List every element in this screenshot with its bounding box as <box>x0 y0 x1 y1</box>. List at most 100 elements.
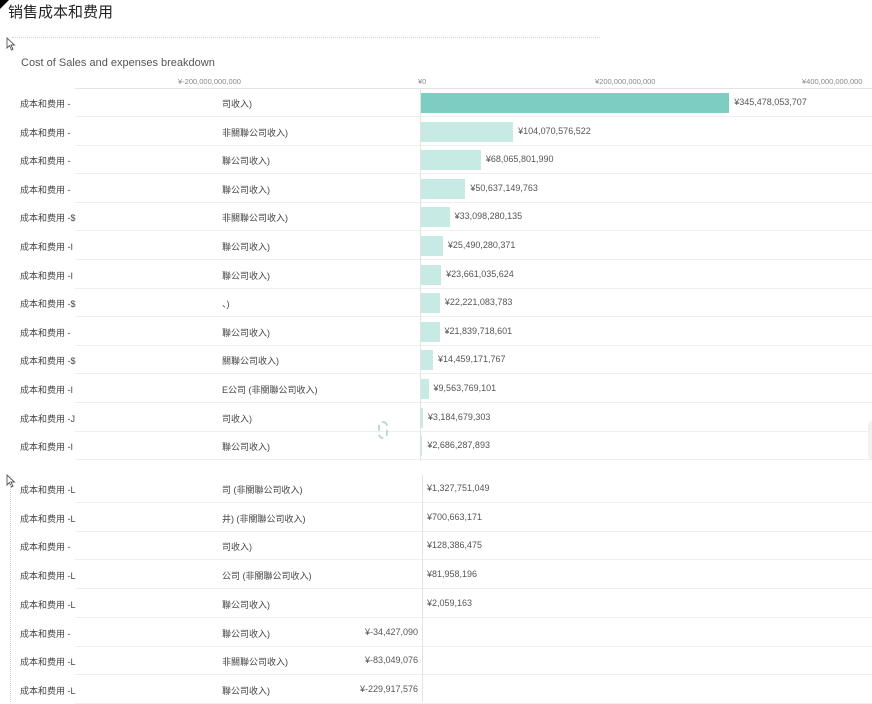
category-label-prefix: 成本和费用 - <box>20 542 71 553</box>
category-label-suffix: 、) <box>222 299 230 310</box>
value-label: ¥33,098,280,135 <box>454 211 523 222</box>
category-label-prefix: 成本和费用 - <box>20 99 71 109</box>
category-label-suffix: 聯公司收入) <box>222 242 270 252</box>
header-divider <box>12 37 600 38</box>
category-label-prefix: 成本和费用 -I <box>20 385 73 395</box>
category-label-prefix: 成本和费用 - <box>20 156 71 167</box>
bar-row[interactable]: 成本和费用 -$ 非關聯公司收入) ¥33,098,280,135 <box>0 203 872 232</box>
value-label: ¥23,661,035,624 <box>446 268 514 279</box>
value-label: ¥-34,427,090 <box>364 626 418 637</box>
category-label-suffix: 聯公司收入) <box>222 685 270 696</box>
bar-row[interactable]: 成本和费用 -$ 、) ¥22,221,083,783 <box>0 289 872 318</box>
value-label: ¥-83,049,076 <box>364 655 418 666</box>
scroll-edge-indicator <box>868 420 872 460</box>
value-label: ¥3,184,679,303 <box>427 411 491 422</box>
category-label-prefix: 成本和费用 -L <box>20 685 76 696</box>
category-label-prefix: 成本和费用 -I <box>20 442 73 453</box>
bar-row[interactable]: 成本和费用 -I 聯公司收入) ¥2,686,287,893 <box>0 432 872 461</box>
category-label-prefix: 成本和费用 - <box>20 127 71 138</box>
bar-row[interactable]: 成本和费用 -$ 關聯公司收入) ¥14,459,171,767 <box>0 346 872 375</box>
bar[interactable] <box>420 321 440 342</box>
category-label-suffix: 非關聯公司收入) <box>222 213 288 224</box>
x-tick-label: ¥0 <box>418 77 427 86</box>
bar[interactable] <box>420 350 433 371</box>
value-label: ¥700,663,171 <box>427 511 483 522</box>
category-label-suffix: 井) (非關聯公司收入) <box>222 513 306 524</box>
value-label: ¥21,839,718,601 <box>444 325 513 336</box>
category-label-suffix: 聯公司收入) <box>222 442 270 453</box>
category-label-prefix: 成本和费用 - <box>20 628 71 639</box>
loading-spinner-icon <box>378 421 388 439</box>
bar-row[interactable]: 成本和费用 -L 井) (非關聯公司收入) ¥700,663,171 <box>0 504 872 532</box>
bar-row[interactable]: 成本和费用 -L 非關聯公司收入) ¥-83,049,076 <box>0 647 872 676</box>
bar-row[interactable]: 成本和费用 - 聯公司收入) ¥-34,427,090 <box>0 619 872 647</box>
bar[interactable] <box>420 379 429 399</box>
category-label-prefix: 成本和费用 -I <box>20 270 73 281</box>
zero-baseline <box>422 475 423 702</box>
value-label: ¥25,490,280,371 <box>447 240 516 250</box>
zero-baseline <box>420 89 421 461</box>
category-label-suffix: 聯公司收入) <box>222 599 270 610</box>
bar-row[interactable]: 成本和费用 -L 聯公司收入) ¥-229,917,576 <box>0 676 872 704</box>
value-label: ¥50,637,149,763 <box>470 182 538 193</box>
bar-row[interactable]: 成本和费用 - 聯公司收入) ¥68,065,801,990 <box>0 146 872 175</box>
bar[interactable] <box>420 236 443 256</box>
category-label-suffix: 司 (非關聯公司收入) <box>222 485 303 495</box>
chart-title: Cost of Sales and expenses breakdown <box>21 57 215 69</box>
bar-row[interactable]: 成本和费用 - 司收入) ¥345,478,053,707 <box>0 89 872 117</box>
row-separator <box>75 459 872 461</box>
value-label: ¥68,065,801,990 <box>485 154 554 165</box>
category-label-prefix: 成本和费用 -I <box>20 242 73 252</box>
category-label-suffix: 司收入) <box>222 542 252 553</box>
category-label-suffix: 司收入) <box>222 99 252 109</box>
value-label: ¥81,958,196 <box>427 569 478 580</box>
value-label: ¥1,327,751,049 <box>427 483 490 493</box>
category-label-suffix: 聯公司收入) <box>222 156 270 167</box>
category-label-prefix: 成本和费用 - <box>20 184 71 195</box>
category-label-suffix: 聯公司收入) <box>222 270 270 281</box>
bar[interactable] <box>420 178 466 199</box>
bar-row[interactable]: 成本和费用 -L 司 (非關聯公司收入) ¥1,327,751,049 <box>0 475 872 503</box>
bar-row[interactable]: 成本和费用 - 聯公司收入) ¥21,839,718,601 <box>0 318 872 346</box>
category-label-suffix: 司收入) <box>222 413 252 424</box>
category-label-prefix: 成本和费用 -J <box>20 413 75 424</box>
page-title: 销售成本和费用 <box>8 3 114 21</box>
bar-row[interactable]: 成本和费用 - 司收入) ¥128,386,475 <box>0 532 872 561</box>
bar[interactable] <box>420 207 450 228</box>
bar[interactable] <box>420 93 730 113</box>
bar-row[interactable]: 成本和费用 -I 聯公司收入) ¥25,490,280,371 <box>0 232 872 260</box>
bar-row[interactable]: 成本和费用 - 聯公司收入) ¥50,637,149,763 <box>0 175 872 203</box>
bar[interactable] <box>420 121 514 142</box>
bar[interactable] <box>420 150 481 171</box>
category-label-suffix: 關聯公司收入) <box>222 356 279 367</box>
bar-row[interactable]: 成本和费用 - 非關聯公司收入) ¥104,070,576,522 <box>0 118 872 146</box>
category-label-suffix: 聯公司收入) <box>222 184 270 195</box>
value-label: ¥2,059,163 <box>427 597 473 608</box>
value-label: ¥14,459,171,767 <box>437 354 506 365</box>
bar-row[interactable]: 成本和费用 -I 聯公司收入) ¥23,661,035,624 <box>0 261 872 289</box>
bar[interactable] <box>420 264 442 285</box>
category-label-prefix: 成本和费用 -$ <box>20 299 76 310</box>
value-label: ¥-229,917,576 <box>359 683 418 694</box>
category-label-suffix: 非關聯公司收入) <box>222 657 288 668</box>
category-label-prefix: 成本和费用 -L <box>20 599 76 610</box>
category-label-prefix: 成本和费用 -L <box>20 485 76 495</box>
x-tick-label: ¥400,000,000,000 <box>802 77 863 86</box>
x-tick-label: ¥-200,000,000,000 <box>178 77 241 86</box>
category-label-suffix: E公司 (非關聯公司收入) <box>222 385 318 395</box>
bar-row[interactable]: 成本和费用 -L 公司 (非關聯公司收入) ¥81,958,196 <box>0 561 872 590</box>
category-label-suffix: 公司 (非關聯公司收入) <box>222 571 312 582</box>
category-label-suffix: 非關聯公司收入) <box>222 127 288 138</box>
bar-row[interactable]: 成本和费用 -I E公司 (非關聯公司收入) ¥9,563,769,101 <box>0 375 872 403</box>
bar-row[interactable]: 成本和费用 -J 司收入) ¥3,184,679,303 <box>0 404 872 432</box>
mouse-cursor-icon <box>6 37 16 51</box>
value-label: ¥345,478,053,707 <box>734 97 807 107</box>
category-label-prefix: 成本和费用 -$ <box>20 213 76 224</box>
bar[interactable] <box>420 293 440 314</box>
value-label: ¥9,563,769,101 <box>433 383 497 393</box>
value-label: ¥2,686,287,893 <box>427 440 490 451</box>
bar-row[interactable]: 成本和费用 -L 聯公司收入) ¥2,059,163 <box>0 590 872 618</box>
category-label-prefix: 成本和费用 - <box>20 327 71 338</box>
x-tick-label: ¥200,000,000,000 <box>595 77 656 86</box>
value-label: ¥128,386,475 <box>427 540 483 551</box>
